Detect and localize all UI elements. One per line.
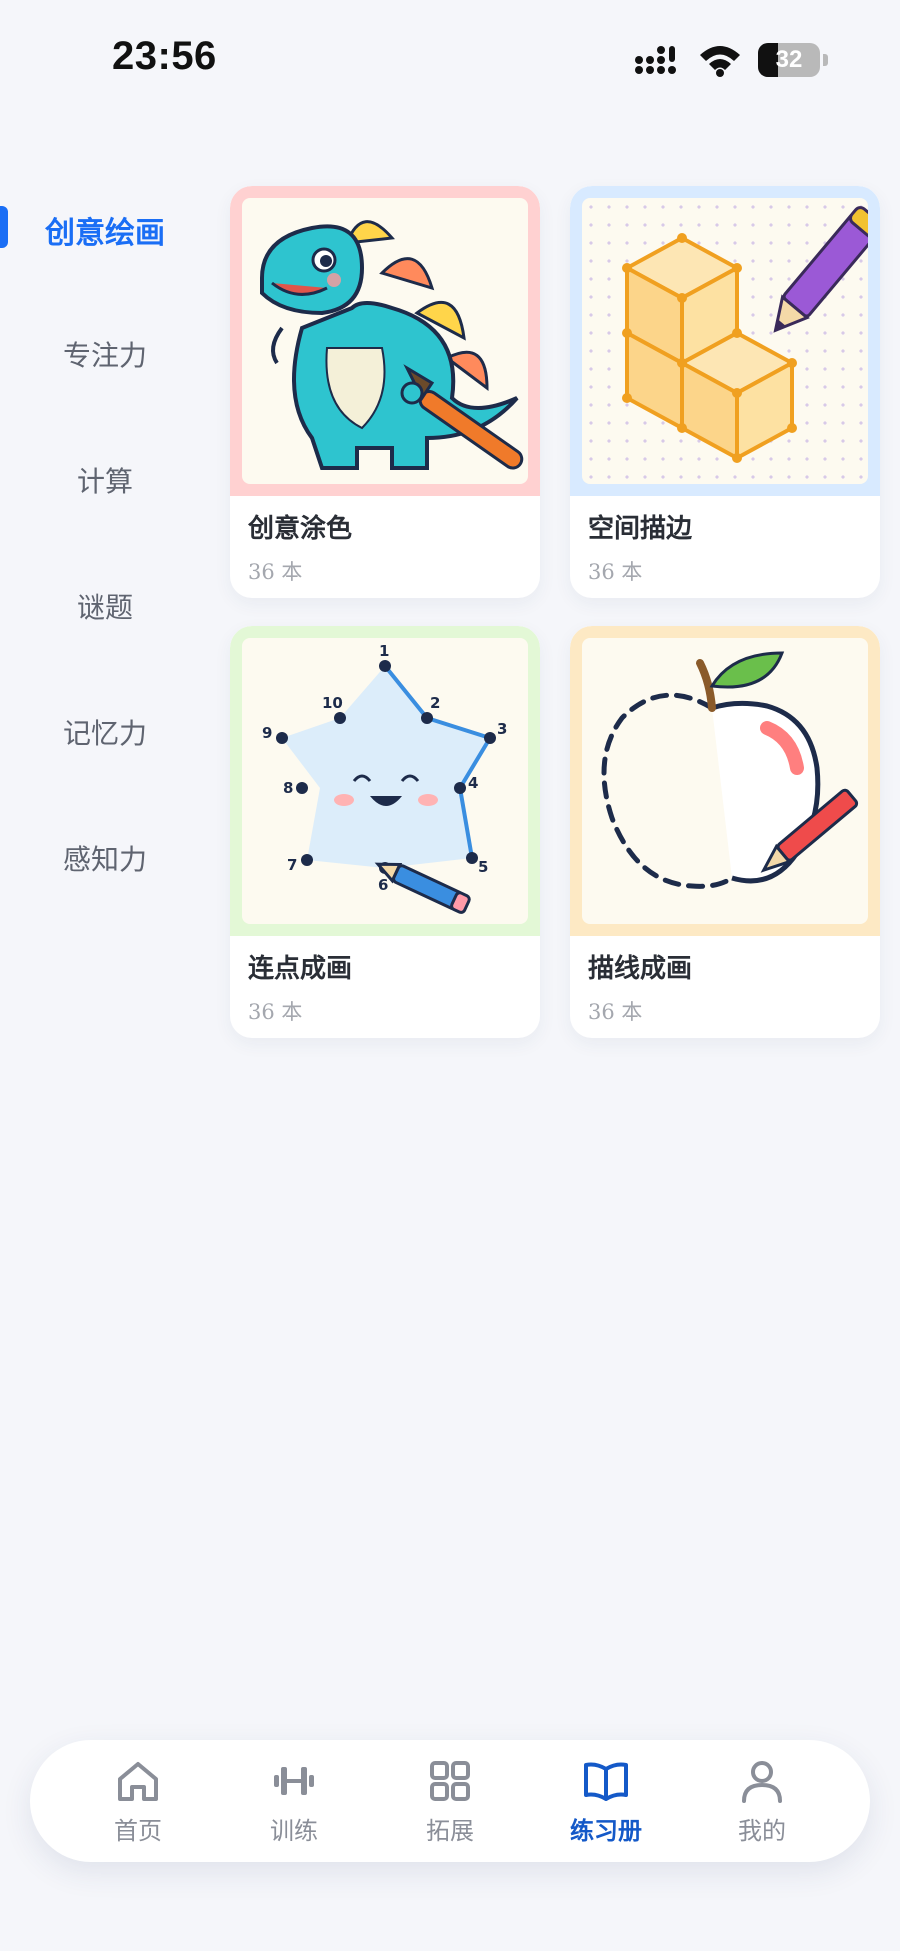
tab-label: 我的 (738, 1816, 786, 1845)
dot-label: 10 (322, 694, 343, 712)
grid-icon (430, 1760, 470, 1801)
dot-label: 8 (283, 779, 293, 797)
card-count: 36 本 (248, 1000, 303, 1024)
tab-label: 练习册 (570, 1816, 642, 1845)
card-title: 空间描边 (588, 514, 693, 544)
workbook-card-connect-dots[interactable]: 1 2 3 4 5 6 7 8 9 10 连点成画 36 本 (230, 626, 540, 1038)
dot-label: 2 (430, 694, 440, 712)
status-icons: 32 (634, 42, 828, 78)
card-thumbnail (242, 198, 528, 484)
tab-workbook[interactable]: 练习册 (541, 1757, 671, 1846)
battery-icon: 32 (758, 43, 828, 77)
cellular-signal-icon (635, 46, 676, 74)
tab-home[interactable]: 首页 (73, 1757, 203, 1846)
tab-extend[interactable]: 拓展 (385, 1757, 515, 1846)
card-thumbnail (582, 638, 868, 924)
status-time: 23:56 (112, 34, 217, 78)
sidebar-item-label: 记忆力 (62, 717, 147, 750)
dumbbell-icon (274, 1766, 314, 1795)
dot-label: 5 (478, 858, 488, 876)
battery-indicator: 32 (758, 43, 820, 77)
card-count: 36 本 (248, 560, 303, 584)
sidebar-item-perception[interactable]: 感知力 (0, 810, 210, 936)
trace-apple-illustration (601, 651, 859, 889)
sidebar-item-focus[interactable]: 专注力 (0, 306, 210, 432)
home-icon (118, 1761, 158, 1801)
tab-label: 首页 (114, 1816, 162, 1845)
tab-profile[interactable]: 我的 (697, 1757, 827, 1846)
status-bar: 23:56 32 (0, 0, 900, 120)
dot-label: 7 (287, 856, 297, 874)
active-indicator (0, 206, 8, 248)
card-thumbnail-frame (570, 186, 880, 496)
dot-label: 3 (497, 720, 507, 738)
card-thumbnail-frame: 1 2 3 4 5 6 7 8 9 10 (230, 626, 540, 936)
sidebar-item-label: 谜题 (76, 591, 133, 624)
card-count: 36 本 (588, 1000, 643, 1024)
bottom-tab-bar: 首页 训练 拓展 练习册 我的 (30, 1740, 870, 1862)
sidebar-item-label: 专注力 (62, 339, 147, 372)
dot-label: 1 (379, 642, 389, 660)
category-sidebar: 创意绘画 专注力 计算 谜题 记忆力 感知力 (0, 180, 210, 936)
dot-label: 9 (262, 724, 272, 742)
card-count: 36 本 (588, 560, 643, 584)
sidebar-item-calculation[interactable]: 计算 (0, 432, 210, 558)
sidebar-item-label: 计算 (76, 465, 133, 498)
sidebar-item-label: 感知力 (62, 843, 147, 876)
workbook-card-creative-coloring[interactable]: 创意涂色 36 本 (230, 186, 540, 598)
tab-label: 拓展 (426, 1816, 474, 1845)
dinosaur-painting-illustration (260, 220, 524, 470)
sidebar-item-memory[interactable]: 记忆力 (0, 684, 210, 810)
card-thumbnail-frame (570, 626, 880, 936)
card-thumbnail (582, 198, 868, 484)
card-title: 描线成画 (588, 954, 693, 984)
battery-percent: 32 (775, 46, 803, 73)
battery-cap (823, 54, 828, 66)
tab-label: 训练 (270, 1816, 318, 1845)
sidebar-item-creative-drawing[interactable]: 创意绘画 (0, 180, 210, 306)
connect-dots-star-illustration: 1 2 3 4 5 6 7 8 9 10 (262, 642, 507, 914)
workbook-card-trace-drawing[interactable]: 描线成画 36 本 (570, 626, 880, 1038)
person-icon (742, 1760, 782, 1803)
card-thumbnail: 1 2 3 4 5 6 7 8 9 10 (242, 638, 528, 924)
dot-label: 4 (468, 774, 478, 792)
card-thumbnail-frame (230, 186, 540, 496)
card-title: 创意涂色 (248, 514, 353, 544)
workbook-card-spatial-tracing[interactable]: 空间描边 36 本 (570, 186, 880, 598)
card-title: 连点成画 (248, 954, 353, 984)
tab-training[interactable]: 训练 (229, 1757, 359, 1846)
sidebar-item-puzzles[interactable]: 谜题 (0, 558, 210, 684)
isometric-cubes-pencil-illustration (622, 206, 868, 463)
wifi-icon (700, 46, 740, 77)
dot-label: 6 (378, 876, 388, 894)
sidebar-item-label: 创意绘画 (45, 216, 165, 251)
book-icon (584, 1762, 628, 1801)
